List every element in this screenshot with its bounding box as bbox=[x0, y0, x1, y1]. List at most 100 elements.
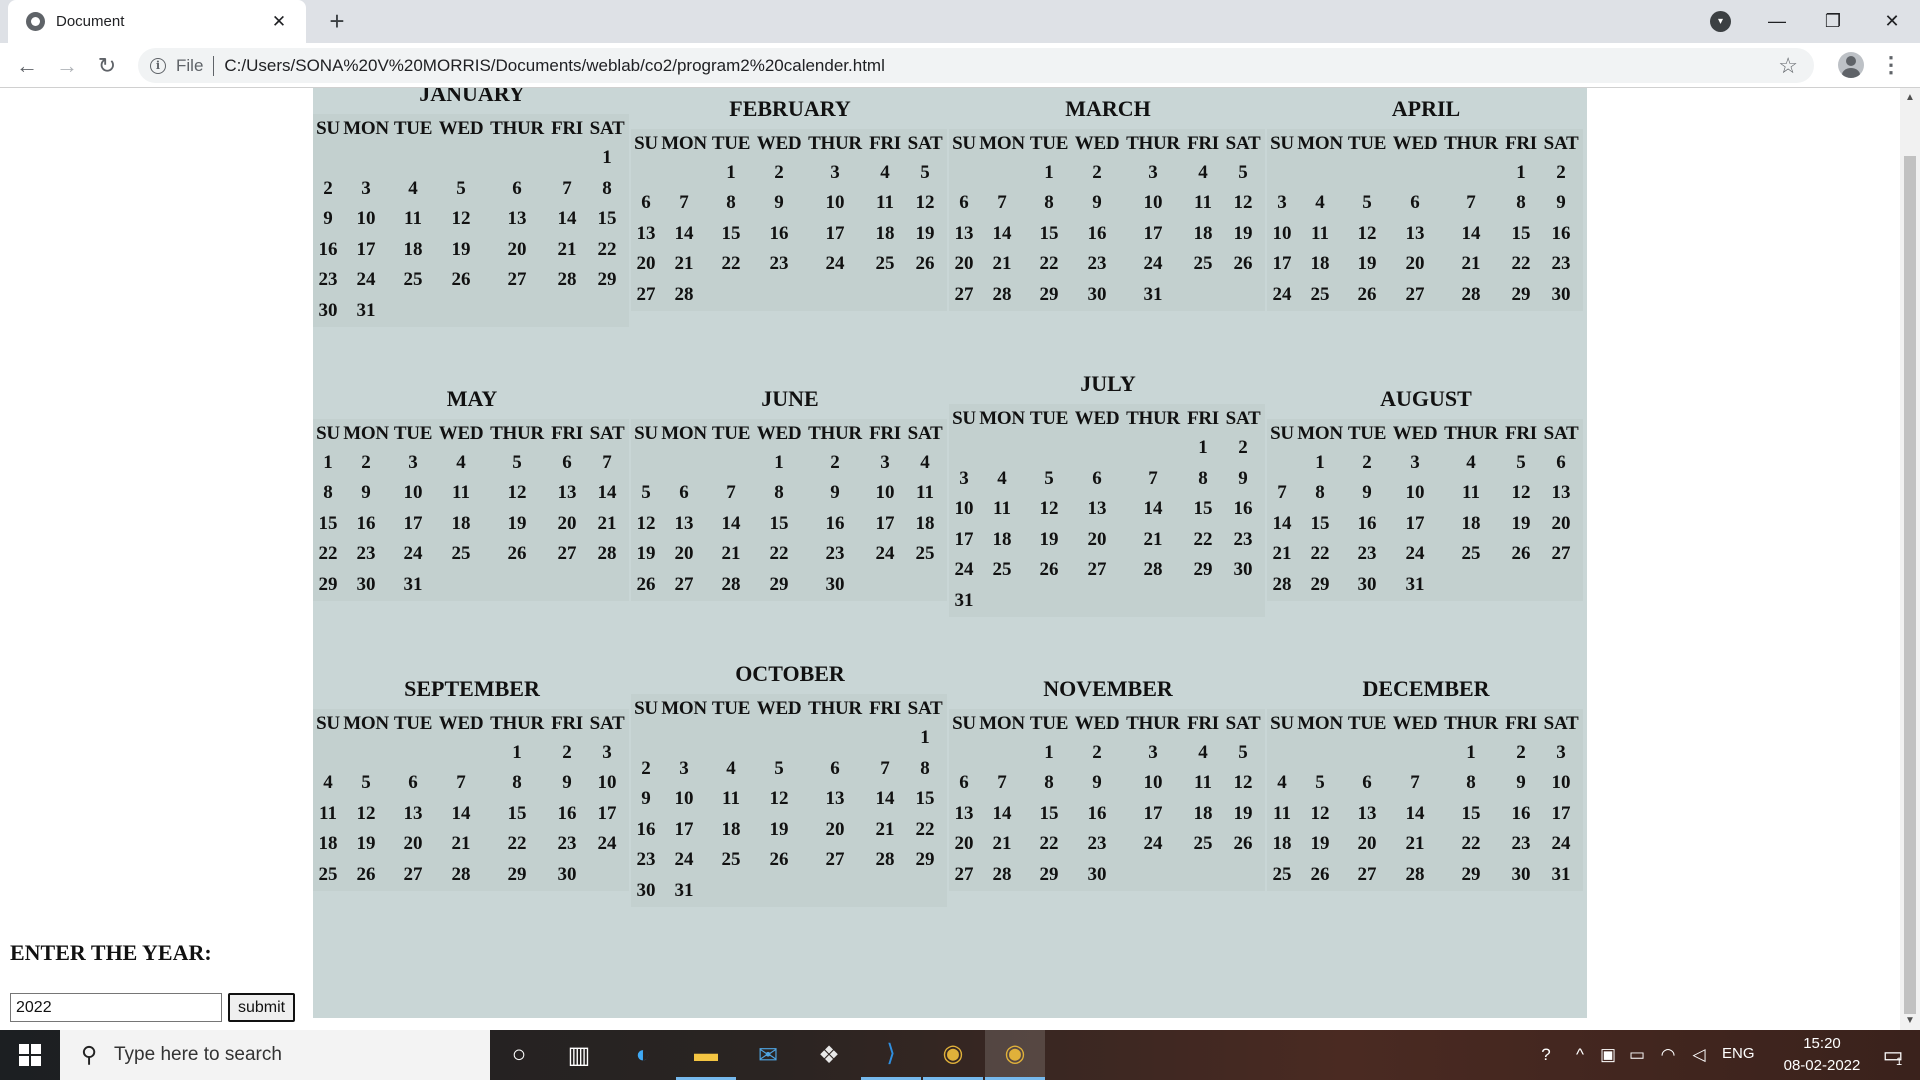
day-cell: 22 bbox=[915, 818, 935, 840]
day-cell: 3 bbox=[679, 757, 689, 779]
day-cell bbox=[709, 449, 753, 478]
edge-browser-icon[interactable]: ◐ bbox=[613, 1030, 673, 1080]
day-cell bbox=[587, 571, 627, 600]
taskbar-search-box[interactable]: ⚲ Type here to search bbox=[60, 1030, 490, 1080]
week-row: 16 17 18 19 20 21 22 bbox=[633, 816, 945, 845]
weekday-header: SU bbox=[634, 422, 658, 444]
browser-tab[interactable]: Document ✕ bbox=[8, 0, 306, 43]
vscode-icon[interactable]: ⟩ bbox=[861, 1030, 921, 1080]
search-placeholder: Type here to search bbox=[114, 1044, 282, 1065]
day-cell: 7 bbox=[880, 757, 890, 779]
address-bar[interactable]: i File C:/Users/SONA%20V%20MORRIS/Docume… bbox=[138, 48, 1814, 83]
day-cell bbox=[867, 281, 903, 310]
scroll-down-arrow-icon[interactable]: ▼ bbox=[1900, 1015, 1920, 1026]
chrome-icon[interactable]: ◉ bbox=[985, 1030, 1045, 1080]
day-cell: 24 bbox=[674, 849, 694, 871]
week-row: 17 18 19 20 21 22 23 bbox=[951, 526, 1263, 555]
back-arrow-icon[interactable]: ← bbox=[11, 50, 43, 82]
weekday-header: TUE bbox=[711, 422, 751, 444]
day-cell: 27 bbox=[1357, 863, 1377, 885]
weekday-header: TUE bbox=[1347, 712, 1387, 734]
day-cell: 16 bbox=[1233, 498, 1253, 520]
day-cell: 11 bbox=[1194, 772, 1212, 794]
week-row: 6 7 8 9 10 11 12 bbox=[951, 189, 1263, 218]
day-cell: 9 bbox=[1362, 482, 1372, 504]
chrome-profile-icon[interactable]: ◉ bbox=[923, 1030, 983, 1080]
day-cell: 30 bbox=[636, 879, 656, 901]
volume-icon[interactable]: ◁ bbox=[1686, 1030, 1712, 1080]
day-cell: 14 bbox=[1405, 802, 1425, 824]
tab-search-icon[interactable]: ▾ bbox=[1710, 11, 1731, 32]
day-cell: 18 bbox=[318, 833, 338, 855]
mail-icon[interactable]: ✉ bbox=[738, 1030, 798, 1080]
kebab-menu-icon[interactable]: ⋮ bbox=[1880, 52, 1902, 78]
close-tab-icon[interactable]: ✕ bbox=[266, 9, 292, 35]
year-input[interactable] bbox=[10, 993, 222, 1022]
week-row: 12 13 14 15 16 17 18 bbox=[633, 510, 945, 539]
day-cell bbox=[805, 724, 865, 753]
forward-arrow-icon[interactable]: → bbox=[51, 50, 83, 82]
reload-icon[interactable]: ↻ bbox=[91, 50, 123, 82]
year-prompt-label: ENTER THE YEAR: bbox=[10, 940, 212, 965]
day-cell: 2 bbox=[1238, 437, 1248, 459]
day-cell: 15 bbox=[507, 802, 527, 824]
windows-start-button[interactable] bbox=[0, 1030, 60, 1080]
scroll-thumb[interactable] bbox=[1904, 156, 1916, 1014]
weekday-header: WED bbox=[1392, 132, 1438, 154]
day-cell: 8 bbox=[1466, 772, 1476, 794]
day-cell: 24 bbox=[1405, 543, 1425, 565]
scroll-up-arrow-icon[interactable]: ▲ bbox=[1900, 92, 1920, 103]
submit-button[interactable]: submit bbox=[228, 993, 296, 1022]
new-tab-button[interactable]: + bbox=[322, 6, 352, 36]
day-cell: 17 bbox=[597, 802, 617, 824]
task-view-icon[interactable]: ▥ bbox=[549, 1030, 609, 1080]
weekday-header: SU bbox=[316, 422, 340, 444]
weekday-header: SAT bbox=[589, 118, 625, 139]
day-cell: 16 bbox=[1511, 802, 1531, 824]
day-cell: 9 bbox=[361, 482, 371, 504]
day-cell bbox=[1123, 434, 1183, 463]
month-grid: SU MON TUE WED THUR FRI SAT 1 2 3 4 5 6 7 8 9 10 11 12 13 14… bbox=[1267, 128, 1583, 311]
bookmark-star-icon[interactable]: ☆ bbox=[1778, 53, 1798, 79]
minimize-button[interactable]: — bbox=[1749, 0, 1805, 43]
weekday-header: MON bbox=[343, 422, 389, 444]
day-cell bbox=[1441, 571, 1501, 600]
show-hidden-icons-chevron-icon[interactable]: ^ bbox=[1568, 1030, 1592, 1080]
cortana-icon[interactable]: ○ bbox=[489, 1030, 549, 1080]
vertical-scrollbar[interactable]: ▲ ▼ bbox=[1900, 88, 1920, 1030]
restore-button[interactable]: ❐ bbox=[1805, 0, 1861, 43]
help-icon[interactable]: ? bbox=[1530, 1030, 1562, 1080]
day-cell: 8 bbox=[1198, 467, 1208, 489]
day-cell bbox=[343, 144, 389, 173]
day-cell: 20 bbox=[557, 512, 577, 534]
device-icon[interactable]: ▣ bbox=[1596, 1030, 1620, 1080]
battery-icon[interactable]: ▭ bbox=[1624, 1030, 1650, 1080]
weekday-header: SU bbox=[952, 408, 976, 429]
day-cell: 1 bbox=[323, 451, 333, 473]
day-cell: 4 bbox=[920, 451, 930, 473]
day-cell: 5 bbox=[1516, 451, 1526, 473]
weekday-header: TUE bbox=[1347, 132, 1387, 154]
clock-time[interactable]: 15:20 bbox=[1790, 1035, 1854, 1052]
wifi-icon[interactable]: ◠ bbox=[1654, 1030, 1682, 1080]
week-row: 25 26 27 28 29 30 bbox=[315, 861, 627, 890]
day-cell: 4 bbox=[1277, 772, 1287, 794]
url-text[interactable]: C:/Users/SONA%20V%20MORRIS/Documents/web… bbox=[224, 56, 884, 76]
day-cell: 15 bbox=[1511, 222, 1531, 244]
day-cell bbox=[979, 159, 1025, 188]
profile-avatar-icon[interactable] bbox=[1838, 52, 1864, 78]
clock-date[interactable]: 08-02-2022 bbox=[1766, 1057, 1878, 1074]
file-explorer-icon[interactable]: ▬ bbox=[676, 1030, 736, 1080]
day-cell: 15 bbox=[318, 512, 338, 534]
notification-center-icon[interactable]: ▭ 1 bbox=[1866, 1030, 1920, 1080]
day-cell: 19 bbox=[1511, 512, 1531, 534]
week-row: 22 23 24 25 26 27 28 bbox=[315, 540, 627, 569]
dropbox-icon[interactable]: ❖ bbox=[799, 1030, 859, 1080]
language-indicator[interactable]: ENG bbox=[1722, 1045, 1755, 1062]
day-cell: 25 bbox=[1193, 253, 1213, 275]
info-icon[interactable]: i bbox=[150, 57, 166, 74]
day-cell: 4 bbox=[726, 757, 736, 779]
close-window-button[interactable]: ✕ bbox=[1864, 0, 1920, 43]
day-cell: 13 bbox=[1357, 802, 1377, 824]
day-cell: 17 bbox=[875, 512, 895, 534]
